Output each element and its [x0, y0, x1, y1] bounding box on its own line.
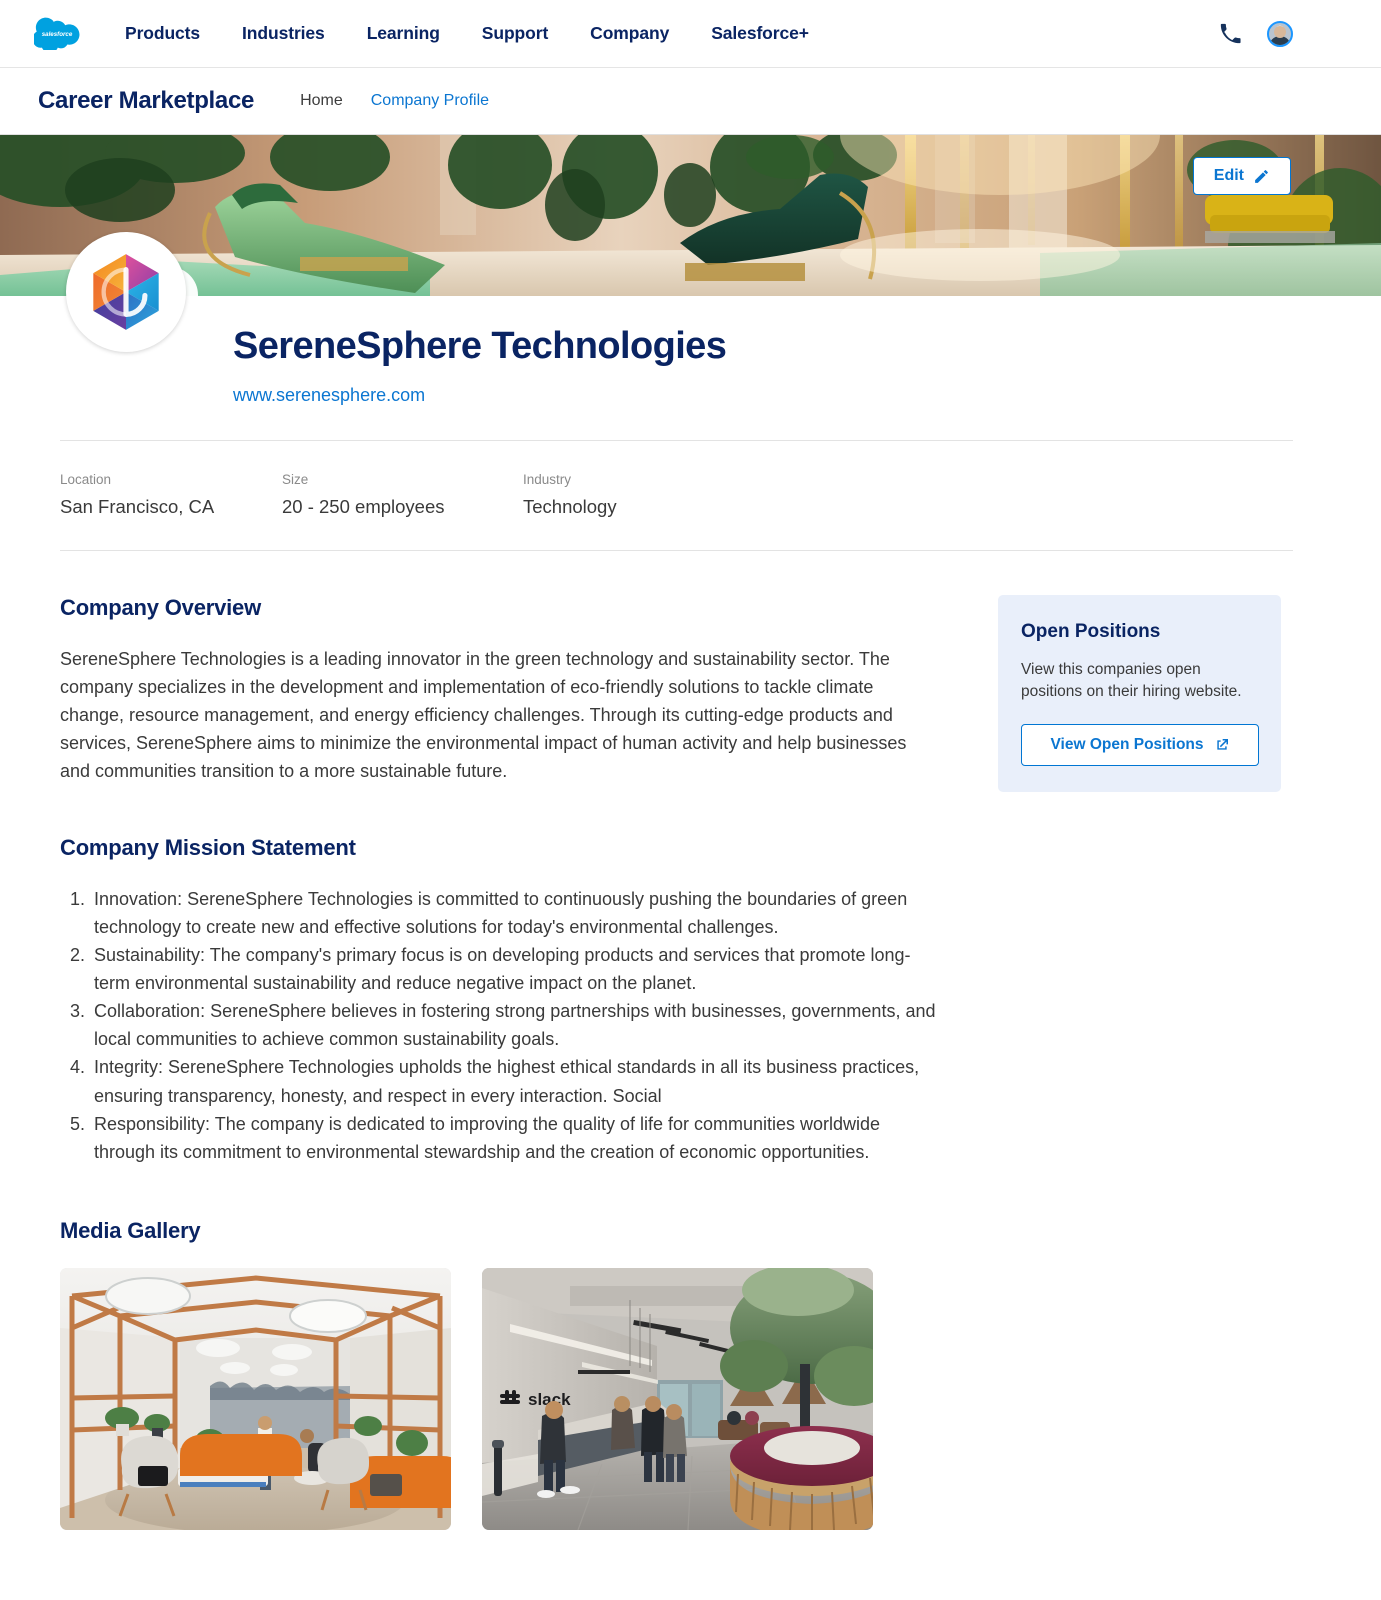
- phone-icon[interactable]: [1219, 23, 1241, 45]
- career-marketplace-subnav: Career Marketplace Home Company Profile: [0, 68, 1381, 135]
- meta-size: Size 20 - 250 employees: [282, 472, 523, 518]
- salesforce-cloud-icon: salesforce: [32, 17, 80, 53]
- edit-banner-button[interactable]: Edit: [1192, 157, 1291, 195]
- nav-item-learning[interactable]: Learning: [346, 17, 461, 50]
- media-gallery-row: slack: [60, 1267, 1381, 1530]
- meta-size-value: 20 - 250 employees: [282, 495, 445, 517]
- serenesphere-hexagon-icon: [93, 254, 159, 330]
- meta-size-label: Size: [282, 471, 309, 487]
- nav-item-industries[interactable]: Industries: [221, 17, 346, 50]
- company-overview-text: SereneSphere Technologies is a leading i…: [60, 648, 907, 781]
- company-overview-heading: Company Overview: [60, 594, 261, 620]
- external-link-icon: [1216, 738, 1228, 750]
- svg-text:salesforce: salesforce: [42, 31, 73, 38]
- meta-location: Location San Francisco, CA: [60, 472, 282, 518]
- meta-industry-value: Technology: [523, 495, 617, 517]
- slack-office-lobby-image: slack: [482, 1267, 873, 1530]
- view-open-positions-label: View Open Positions: [1050, 735, 1204, 753]
- company-website-link[interactable]: www.serenesphere.com: [233, 385, 425, 406]
- global-nav-links: Products Industries Learning Support Com…: [104, 17, 830, 50]
- meta-location-label: Location: [60, 471, 112, 487]
- company-logo: [66, 232, 186, 352]
- company-overview-section: Company Overview SereneSphere Technologi…: [60, 595, 938, 785]
- user-avatar[interactable]: [1267, 20, 1293, 47]
- hero-banner-image: [0, 135, 1381, 296]
- meta-location-value: San Francisco, CA: [60, 495, 215, 517]
- nav-item-support[interactable]: Support: [461, 17, 569, 50]
- list-item: Collaboration: SereneSphere believes in …: [90, 997, 938, 1053]
- open-positions-card: Open Positions View this companies open …: [998, 594, 1281, 792]
- media-gallery-section: Media Gallery slack: [0, 1166, 1381, 1530]
- office-lounge-image: [60, 1267, 451, 1530]
- list-item: Responsibility: The company is dedicated…: [90, 1110, 938, 1166]
- global-nav-actions: [1219, 20, 1351, 47]
- gallery-image-slack-lobby[interactable]: slack: [482, 1267, 873, 1530]
- app-title: Career Marketplace: [38, 87, 255, 114]
- view-open-positions-button[interactable]: View Open Positions: [1021, 723, 1259, 766]
- list-item: Sustainability: The company's primary fo…: [90, 941, 938, 997]
- open-positions-title: Open Positions: [1021, 620, 1161, 642]
- subnav-item-home[interactable]: Home: [286, 88, 357, 114]
- list-item: Integrity: SereneSphere Technologies uph…: [90, 1053, 938, 1109]
- main-content: Company Overview SereneSphere Technologi…: [0, 551, 1381, 1166]
- nav-item-products[interactable]: Products: [104, 17, 221, 50]
- open-positions-description: View this companies open positions on th…: [1021, 660, 1242, 700]
- profile-header: SereneSphere Technologies www.serenesphe…: [0, 232, 1381, 406]
- subnav-item-company-profile[interactable]: Company Profile: [357, 88, 503, 114]
- company-mission-heading: Company Mission Statement: [60, 834, 356, 860]
- global-nav: salesforce Products Industries Learning …: [0, 0, 1381, 68]
- gallery-image-office-lounge[interactable]: [60, 1267, 451, 1530]
- hero-banner: Edit: [0, 135, 1381, 296]
- mission-list: Innovation: SereneSphere Technologies is…: [60, 885, 938, 1166]
- media-gallery-heading: Media Gallery: [60, 1217, 201, 1243]
- company-mission-section: Company Mission Statement Innovation: Se…: [60, 835, 938, 1166]
- company-meta-row: Location San Francisco, CA Size 20 - 250…: [0, 441, 1381, 550]
- meta-industry-label: Industry: [523, 471, 572, 487]
- meta-industry: Industry Technology: [523, 472, 617, 518]
- list-item: Innovation: SereneSphere Technologies is…: [90, 885, 938, 941]
- edit-button-label: Edit: [1213, 167, 1244, 184]
- nav-item-salesforce-plus[interactable]: Salesforce+: [690, 17, 830, 50]
- page-title: SereneSphere Technologies: [233, 325, 727, 367]
- pencil-icon: [1255, 169, 1268, 183]
- content-right-column: Open Positions View this companies open …: [998, 594, 1281, 1166]
- content-left-column: Company Overview SereneSphere Technologi…: [60, 595, 938, 1166]
- salesforce-cloud-logo[interactable]: salesforce: [32, 17, 80, 53]
- nav-item-company[interactable]: Company: [569, 17, 690, 50]
